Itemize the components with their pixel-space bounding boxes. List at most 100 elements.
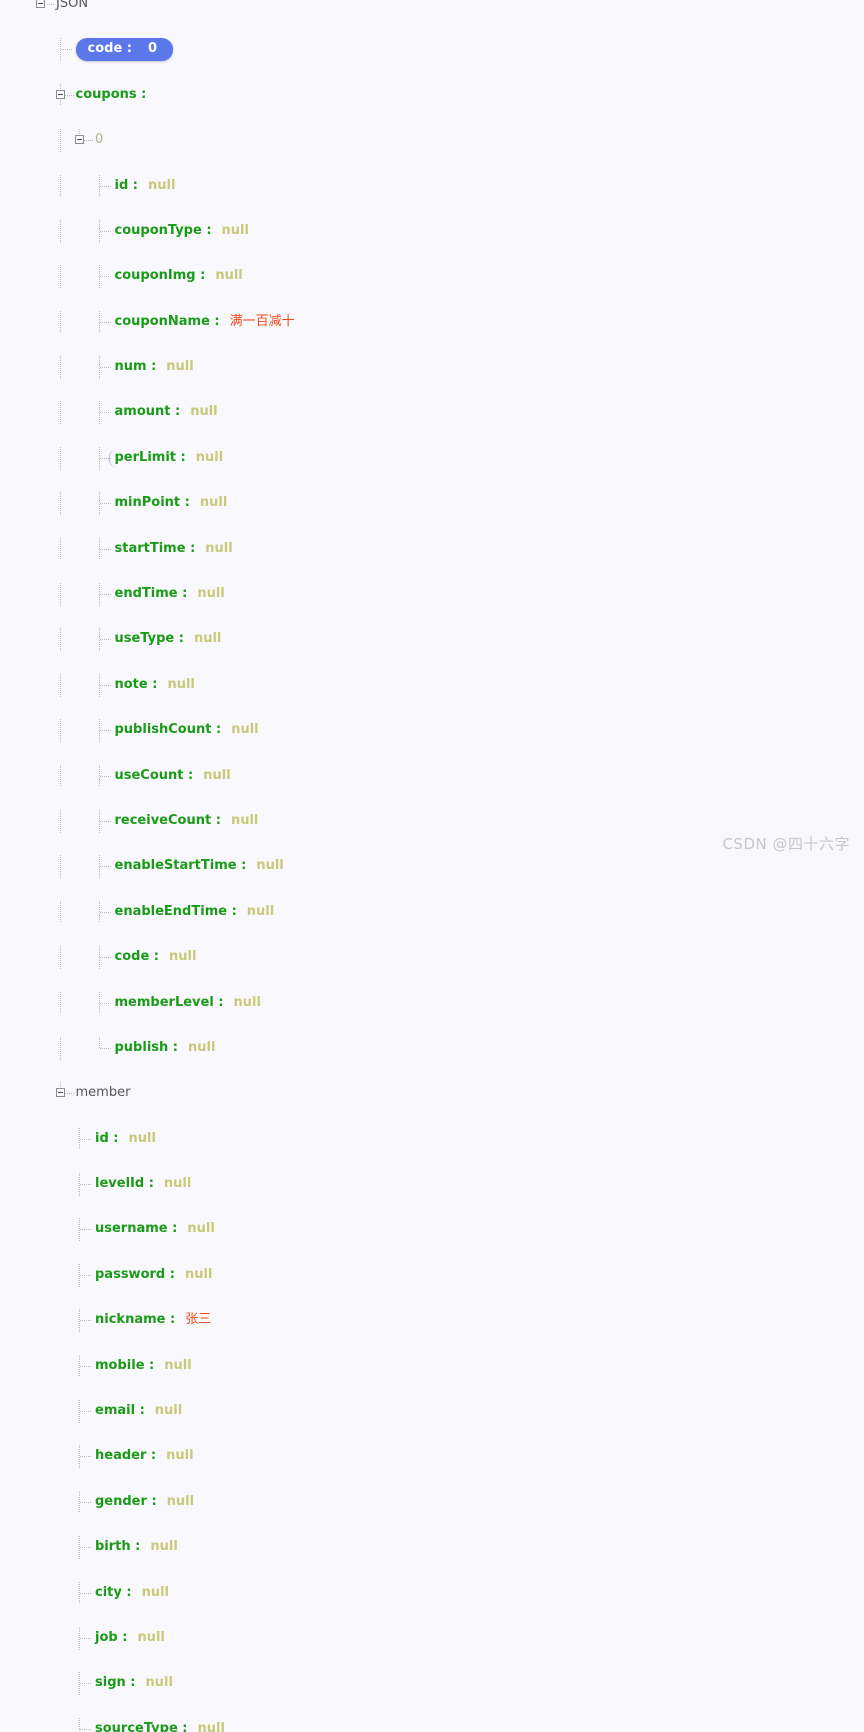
tree-connector-horizontal — [99, 911, 111, 913]
tree-node-label[interactable]: num : null — [115, 356, 194, 379]
tree-row[interactable]: code : null — [0, 946, 864, 969]
tree-node-label[interactable]: useCount : null — [115, 765, 231, 788]
tree-node-label[interactable]: perLimit : null — [115, 447, 224, 470]
tree-guide-line — [59, 129, 61, 152]
tree-node-label[interactable]: birth : null — [95, 1536, 178, 1559]
property-value-null: null — [199, 495, 228, 511]
tree-node-label[interactable]: couponName : 满一百减十 — [115, 311, 295, 334]
tree-row[interactable]: mobile : null — [0, 1354, 864, 1378]
tree-row[interactable]: couponImg : null — [0, 265, 864, 288]
tree-node-label[interactable]: endTime : null — [115, 583, 225, 606]
tree-row[interactable]: useCount : null — [0, 764, 864, 788]
property-value-null: null — [197, 1720, 225, 1732]
tree-node-label[interactable]: startTime : null — [115, 538, 233, 561]
tree-row[interactable]: member — [0, 1082, 864, 1105]
tree-row[interactable]: minPoint : null — [0, 492, 864, 515]
tree-row[interactable]: gender : null — [0, 1490, 864, 1514]
tree-row[interactable]: header : null — [0, 1445, 864, 1469]
tree-row[interactable]: useType : null — [0, 628, 864, 652]
key-colon: : — [177, 1720, 188, 1732]
tree-node-label[interactable]: code : null — [115, 946, 197, 969]
tree-node-label[interactable]: gender : null — [95, 1491, 194, 1514]
tree-row[interactable]: num : null — [0, 356, 864, 379]
tree-node-label[interactable]: publishCount : null — [115, 719, 259, 742]
tree-row[interactable]: coupons : — [0, 83, 864, 107]
tree-node-label[interactable]: JSON — [56, 0, 88, 16]
tree-row[interactable]: enableStartTime : null — [0, 855, 864, 879]
tree-row[interactable]: publish : null — [0, 1036, 864, 1060]
tree-row[interactable]: username : null — [0, 1218, 864, 1242]
tree-node-label[interactable]: mobile : null — [95, 1355, 192, 1378]
tree-node-label[interactable]: city : null — [95, 1582, 169, 1605]
tree-node-label[interactable]: amount : null — [115, 401, 218, 424]
tree-connector-horizontal — [99, 276, 111, 278]
key-colon: : — [177, 586, 188, 602]
tree-row[interactable]: levelId : null — [0, 1173, 864, 1196]
tree-node-label[interactable]: memberLevel : null — [115, 992, 261, 1015]
property-key-label: code — [87, 41, 123, 57]
tree-row[interactable]: couponType : null — [0, 219, 864, 243]
tree-row[interactable]: password : null — [0, 1263, 864, 1287]
tree-node-label[interactable]: publish : null — [115, 1037, 216, 1060]
json-tree[interactable]: JSON code :0 coupons : 0 id : null couponType … — [0, 0, 864, 1732]
tree-guide-line — [59, 900, 61, 924]
tree-row[interactable]: nickname : 张三 — [0, 1309, 864, 1332]
tree-node-label[interactable]: email : null — [95, 1400, 182, 1423]
tree-node-label[interactable]: useType : null — [115, 628, 222, 651]
tree-node-label[interactable]: job : null — [95, 1627, 165, 1650]
tree-node-label[interactable]: couponType : null — [115, 220, 249, 243]
tree-node-label[interactable]: password : null — [95, 1264, 212, 1287]
tree-row[interactable]: amount : null — [0, 401, 864, 425]
tree-node-label[interactable]: coupons : — [76, 84, 147, 107]
key-colon: : — [130, 1539, 141, 1555]
collapse-toggle-icon[interactable] — [55, 1088, 65, 1098]
tree-node-label[interactable]: levelId : null — [95, 1173, 191, 1196]
tree-node-label[interactable]: id : null — [115, 175, 176, 198]
tree-row[interactable]: publishCount : null — [0, 719, 864, 742]
tree-row[interactable]: note : null — [0, 673, 864, 697]
tree-node-label[interactable]: couponImg : null — [115, 265, 243, 288]
tree-node-label[interactable]: nickname : 张三 — [95, 1309, 211, 1332]
tree-node-label[interactable]: member — [76, 1082, 131, 1105]
tree-row[interactable]: sourceType : null — [0, 1717, 864, 1732]
tree-node-label[interactable]: sign : null — [95, 1672, 173, 1695]
key-colon: : — [135, 1403, 145, 1418]
tree-row[interactable]: memberLevel : null — [0, 991, 864, 1015]
tree-row[interactable]: email : null — [0, 1400, 864, 1423]
tree-node-label[interactable]: minPoint : null — [115, 492, 228, 515]
tree-connector-horizontal — [99, 548, 111, 550]
collapse-toggle-icon[interactable] — [55, 89, 65, 99]
tree-guide-line — [59, 628, 61, 652]
tree-node-label[interactable]: enableStartTime : null — [115, 855, 284, 878]
tree-row[interactable]: JSON — [0, 0, 864, 16]
tree-row[interactable]: code :0 — [0, 38, 864, 62]
tree-node-label[interactable]: header : null — [95, 1445, 194, 1468]
tree-row[interactable]: enableEndTime : null — [0, 900, 864, 924]
tree-connector-horizontal — [80, 1592, 91, 1594]
tree-row[interactable]: startTime : null — [0, 537, 864, 561]
key-colon: : — [209, 313, 220, 329]
tree-row[interactable]: city : null — [0, 1581, 864, 1605]
tree-node-label[interactable]: note : null — [115, 674, 195, 697]
tree-row[interactable]: birth : null — [0, 1536, 864, 1559]
collapse-toggle-icon[interactable] — [36, 0, 45, 8]
tree-node-label[interactable]: receiveCount : null — [115, 810, 259, 833]
tree-row[interactable]: perLimit : null — [0, 446, 864, 470]
tree-row[interactable]: endTime : null — [0, 583, 864, 606]
tree-node-label[interactable]: code :0 — [75, 38, 174, 62]
tree-row[interactable]: couponName : 满一百减十 — [0, 310, 864, 334]
tree-node-label[interactable]: username : null — [95, 1218, 215, 1241]
property-value-string: 张三 — [185, 1312, 212, 1328]
collapse-toggle-icon[interactable] — [75, 135, 84, 145]
tree-row[interactable]: job : null — [0, 1626, 864, 1650]
tree-row[interactable]: receiveCount : null — [0, 809, 864, 833]
tree-node-label[interactable]: id : null — [95, 1128, 156, 1151]
key-colon: : — [168, 1039, 179, 1055]
tree-row[interactable]: 0 — [0, 129, 864, 152]
tree-row[interactable]: sign : null — [0, 1672, 864, 1696]
tree-row[interactable]: id : null — [0, 174, 864, 198]
tree-node-label[interactable]: enableEndTime : null — [115, 901, 275, 924]
tree-row[interactable]: id : null — [0, 1127, 864, 1151]
tree-node-label[interactable]: sourceType : null — [95, 1718, 225, 1732]
tree-node-label[interactable]: 0 — [95, 129, 103, 152]
